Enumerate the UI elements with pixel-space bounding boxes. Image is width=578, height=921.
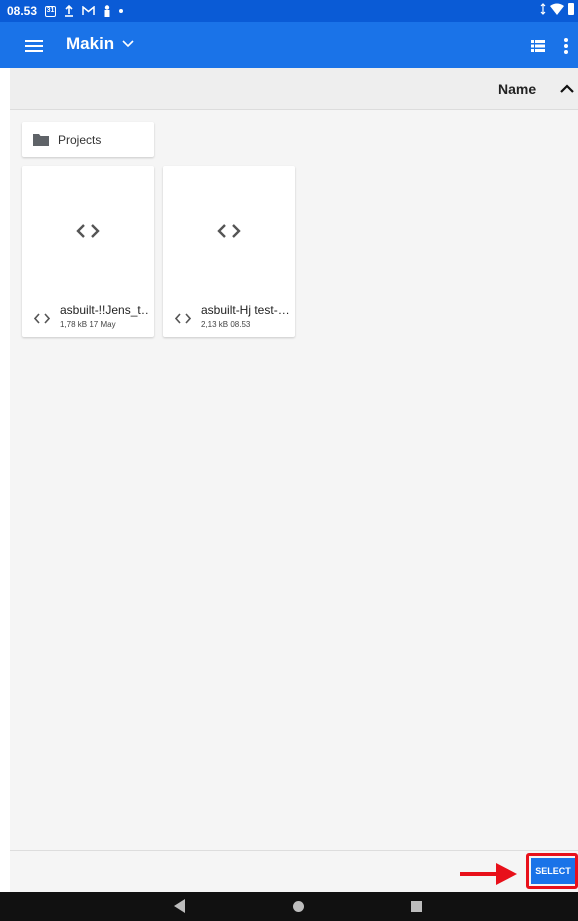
home-icon[interactable] <box>293 901 304 912</box>
upload-icon <box>65 5 74 17</box>
chevron-up-icon[interactable] <box>558 80 576 98</box>
data-arrows-icon <box>540 3 546 15</box>
screen: 08.53 31 Makin Name Projects asbuilt-!!J… <box>0 0 578 921</box>
folder-icon <box>33 134 49 146</box>
app-bar-title: Makin <box>66 34 115 53</box>
more-vert-icon[interactable] <box>558 34 574 58</box>
file-meta: 2,13 kB 08.53 <box>201 320 251 329</box>
dot-icon <box>119 9 124 13</box>
sort-bar[interactable]: Name <box>10 68 578 110</box>
wifi-icon <box>550 3 564 15</box>
gmail-icon <box>82 6 95 15</box>
file-name: asbuilt-!!Jens_t… <box>60 303 150 317</box>
hamburger-menu-icon[interactable] <box>22 34 46 58</box>
file-item[interactable]: asbuilt-Hj test-… 2,13 kB 08.53 <box>163 166 295 337</box>
arrow-right-icon <box>460 863 517 885</box>
root-selector[interactable]: Makin <box>66 34 134 54</box>
select-button[interactable]: SELECT <box>531 858 575 884</box>
back-icon[interactable] <box>174 899 186 913</box>
status-bar: 08.53 31 <box>0 0 578 22</box>
code-icon <box>76 224 100 238</box>
folder-name: Projects <box>58 133 102 147</box>
file-name: asbuilt-Hj test-… <box>201 303 290 317</box>
calendar-icon: 31 <box>45 5 57 17</box>
code-icon <box>175 313 191 324</box>
sort-label[interactable]: Name <box>498 81 536 97</box>
app-bar: Makin <box>0 22 578 68</box>
code-icon <box>217 224 241 238</box>
battery-icon <box>568 3 574 15</box>
folder-item[interactable]: Projects <box>22 122 154 157</box>
list-view-icon[interactable] <box>528 36 548 56</box>
chevron-down-icon <box>122 40 134 48</box>
person-icon <box>104 5 110 17</box>
status-time: 08.53 <box>7 4 38 18</box>
recents-icon[interactable] <box>411 901 422 912</box>
code-icon <box>34 313 50 324</box>
navigation-bar <box>0 892 578 921</box>
file-item[interactable]: asbuilt-!!Jens_t… 1,78 kB 17 May <box>22 166 154 337</box>
file-meta: 1,78 kB 17 May <box>60 320 116 329</box>
